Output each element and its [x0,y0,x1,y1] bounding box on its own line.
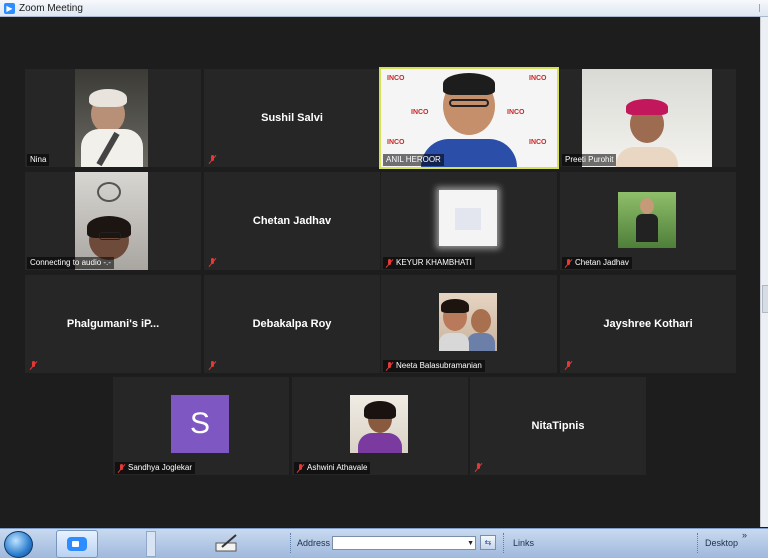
muted-mic-icon [118,463,125,473]
participant-tile-chetan-jadhav-2[interactable]: Chetan Jadhav [560,172,736,270]
muted-mic-icon [30,361,37,370]
participant-video [75,69,148,167]
toolbar-separator [697,533,700,553]
backdrop-logo: INCO [529,75,547,82]
avatar: S [171,395,229,453]
taskbar-zoom-app[interactable] [56,530,98,558]
toolbar-separator [503,533,506,553]
participant-tile-neeta-balasubramanian[interactable]: Neeta Balasubramanian [381,275,557,373]
participant-video [75,172,148,270]
participant-tile-preeti-purohit[interactable]: Preeti Purohit [560,69,736,167]
zoom-camera-icon [67,537,87,551]
participant-name-label: Ashwini Athavale [294,462,371,474]
titlebar-control[interactable] [755,4,760,12]
participant-name: Debakalpa Roy [252,318,332,330]
address-label: Address [297,538,331,548]
participant-tile-jayshree-kothari[interactable]: Jayshree Kothari [560,275,736,373]
backdrop-logo: INCO [507,109,525,116]
video-gallery: Nina Sushil Salvi INCO INCO INCO INCO IN… [0,17,760,527]
address-input[interactable]: ▼ [332,536,476,550]
muted-mic-icon [386,258,393,268]
muted-mic-icon [209,258,216,267]
zoom-camera-icon: ▶ [4,2,15,14]
profile-picture [439,190,497,246]
window-titlebar: ▶ Zoom Meeting [0,0,768,17]
toolbar-separator [290,533,293,553]
participant-video: INCO INCO INCO INCO INCO INCO [381,69,557,167]
participant-name: Chetan Jadhav [252,215,332,227]
muted-mic-icon [209,361,216,370]
participant-tile-connecting[interactable]: Connecting to audio -.- [25,172,201,270]
participant-tile-nitatipnis[interactable]: NitaTipnis [470,377,646,475]
participant-name: Sushil Salvi [261,112,323,124]
backdrop-logo: INCO [529,139,547,146]
participant-name-label: Nina [27,154,50,166]
window-title: Zoom Meeting [19,2,83,14]
participant-video [582,69,712,167]
links-label[interactable]: Links [513,538,534,548]
taskbar-scroll[interactable] [146,531,156,557]
taskbar: Address ▼ ⇆ Links Desktop » [0,528,768,558]
backdrop-logo: INCO [387,139,405,146]
profile-picture [439,293,497,351]
side-panel-edge [760,17,768,527]
participant-tile-anil-heroor[interactable]: INCO INCO INCO INCO INCO INCO ANIL HEROO… [379,67,559,169]
participant-name-label: Connecting to audio -.- [27,257,114,269]
participant-name-label: Preeti Purohit [562,154,617,166]
participant-name-label: Chetan Jadhav [562,257,632,269]
muted-mic-icon [565,258,572,268]
panel-handle[interactable] [762,285,768,313]
pen-tablet-icon[interactable] [214,533,240,553]
muted-mic-icon [565,361,572,370]
participant-tile-sandhya-joglekar[interactable]: S Sandhya Joglekar [113,377,289,475]
participant-name: NitaTipnis [531,420,585,432]
participant-tile-sushil-salvi[interactable]: Sushil Salvi [204,69,380,167]
muted-mic-icon [297,463,304,473]
backdrop-logo: INCO [387,75,405,82]
participant-tile-chetan-jadhav[interactable]: Chetan Jadhav [204,172,380,270]
participant-name: Phalgumani's iP... [66,318,160,330]
go-arrow-icon: ⇆ [484,538,492,547]
go-button[interactable]: ⇆ [480,535,496,550]
participant-name-label: Neeta Balasubramanian [383,360,485,372]
start-button[interactable] [4,531,33,558]
participant-name-label: ANIL HEROOR [383,154,444,166]
participant-tile-phalgumani[interactable]: Phalgumani's iP... [25,275,201,373]
participant-tile-debakalpa-roy[interactable]: Debakalpa Roy [204,275,380,373]
participant-tile-nina[interactable]: Nina [25,69,201,167]
participant-name-label: KEYUR KHAMBHATI [383,257,475,269]
participant-name: Jayshree Kothari [603,318,693,330]
muted-mic-icon [386,361,393,371]
dropdown-arrow-icon[interactable]: ▼ [467,540,474,547]
desktop-label[interactable]: Desktop [705,538,738,548]
muted-mic-icon [209,155,216,164]
backdrop-logo: INCO [411,109,429,116]
participant-tile-ashwini-athavale[interactable]: Ashwini Athavale [292,377,468,475]
muted-mic-icon [475,463,482,472]
participant-tile-keyur-khambhati[interactable]: KEYUR KHAMBHATI [381,172,557,270]
profile-picture [350,395,408,453]
profile-picture [618,192,676,248]
chevron-right-icon[interactable]: » [742,530,747,540]
participant-name-label: Sandhya Joglekar [115,462,196,474]
